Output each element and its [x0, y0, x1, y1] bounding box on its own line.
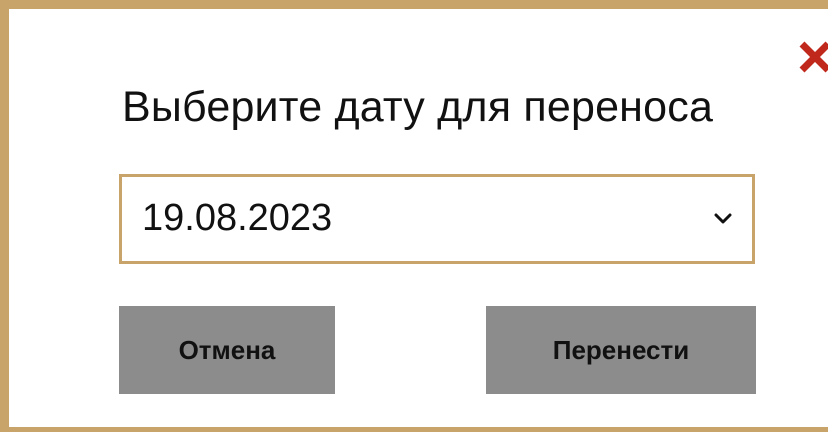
- selected-date-value: 19.08.2023: [142, 197, 333, 239]
- dialog-title: Выберите дату для переноса: [122, 83, 714, 131]
- reschedule-dialog: Выберите дату для переноса 19.08.2023 От…: [0, 0, 828, 432]
- date-select[interactable]: 19.08.2023: [119, 174, 755, 264]
- reschedule-button[interactable]: Перенести: [486, 306, 756, 394]
- close-button[interactable]: [797, 39, 828, 75]
- chevron-down-icon: [714, 212, 732, 226]
- cancel-button[interactable]: Отмена: [119, 306, 335, 394]
- close-icon: [797, 39, 828, 75]
